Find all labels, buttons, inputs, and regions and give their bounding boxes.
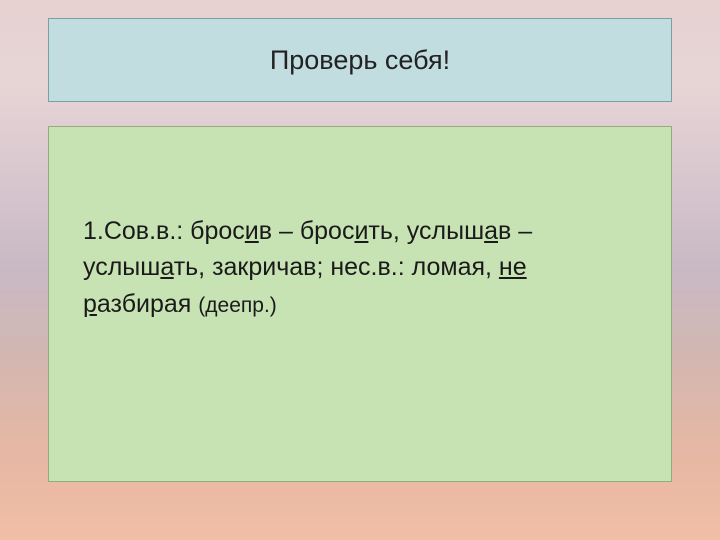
title-box: Проверь себя!	[48, 18, 672, 102]
text-seg: азбирая	[97, 290, 198, 318]
slide: Проверь себя! 1.Сов.в.: бросив – бросить…	[0, 0, 720, 540]
content-text: 1.Сов.в.: бросив – бросить, услышав – ус…	[83, 213, 637, 322]
note-text: (деепр.)	[198, 294, 276, 317]
underline-word: не	[499, 253, 527, 281]
text-seg: в – брос	[259, 217, 355, 245]
underline-letter: и	[354, 217, 368, 245]
slide-title: Проверь себя!	[270, 45, 450, 76]
text-seg: 1.Сов.в.: брос	[83, 217, 245, 245]
underline-letter: а	[484, 217, 498, 245]
underline-letter: а	[160, 253, 173, 281]
text-seg: ть, услыш	[368, 217, 484, 245]
underline-letter: р	[83, 290, 97, 318]
underline-letter: и	[245, 217, 259, 245]
text-seg: ть, закричав; нес.в.: ломая,	[174, 253, 499, 281]
content-box: 1.Сов.в.: бросив – бросить, услышав – ус…	[48, 126, 672, 482]
